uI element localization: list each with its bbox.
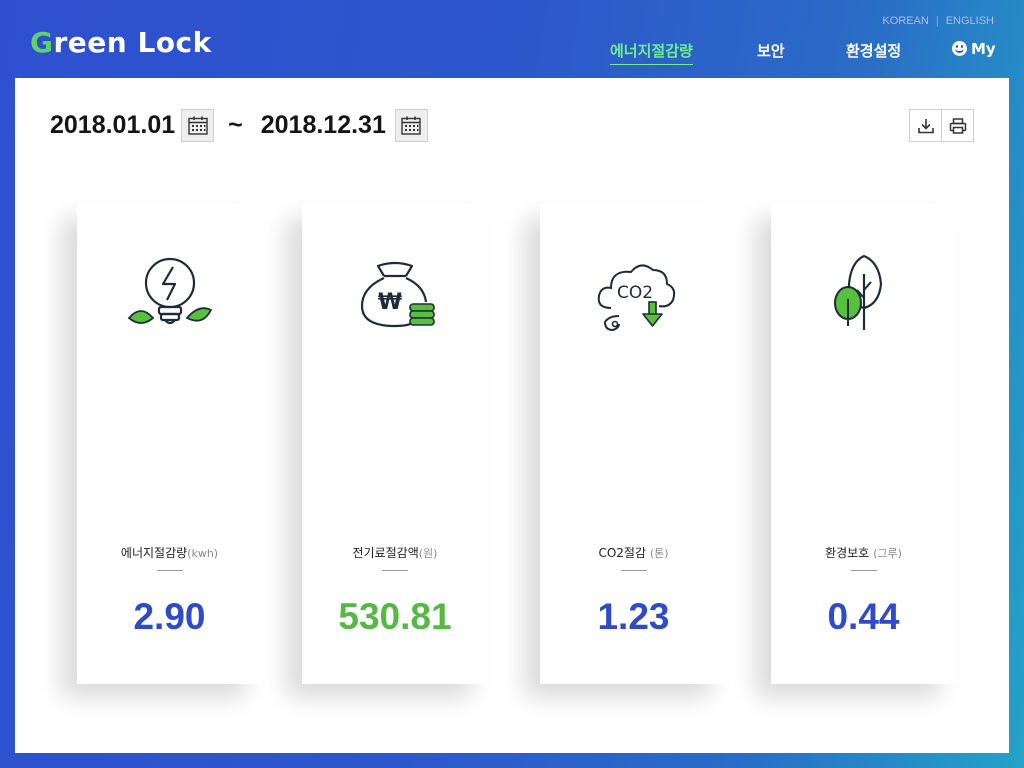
card-unit: (톤) [649, 547, 669, 560]
lang-divider: | [935, 15, 939, 27]
electricity-savings-card: ₩ 전기료절감액(원) 530.81 [302, 204, 488, 684]
nav-label: 환경설정 [846, 42, 902, 60]
print-icon [949, 117, 966, 134]
nav-settings[interactable]: 환경설정 [846, 40, 901, 61]
smile-icon [952, 41, 967, 56]
calendar-icon [401, 116, 422, 135]
card-unit: (원) [418, 547, 438, 560]
lang-english[interactable]: ENGLISH [946, 15, 994, 27]
calendar-icon [187, 116, 208, 135]
card-title: CO2절감 (톤) [598, 546, 669, 560]
money-bag-icon: ₩ [360, 261, 435, 328]
nav-security[interactable]: 보안 [757, 40, 785, 61]
download-button[interactable] [909, 109, 942, 142]
energy-savings-card: 에너지절감량(kwh) 2.90 [77, 204, 262, 684]
lightbulb-leaf-icon [127, 257, 212, 325]
card-value: 2.90 [133, 596, 206, 637]
toolbar [909, 109, 974, 142]
nav-label: My [971, 40, 996, 58]
card-value: 0.44 [827, 596, 900, 637]
svg-text:₩: ₩ [378, 290, 402, 315]
card-divider [156, 570, 183, 571]
card-value: 1.23 [597, 596, 670, 637]
print-button[interactable] [941, 109, 974, 142]
lang-korean[interactable]: KOREAN [882, 15, 928, 27]
main-nav: 에너지절감량 보안 환경설정 My [0, 40, 1024, 65]
start-date[interactable]: 2018.01.01 [50, 111, 175, 140]
co2-savings-card: CO2 CO2절감 (톤) 1.23 [540, 204, 727, 684]
start-calendar-button[interactable] [181, 109, 215, 142]
nav-label: 보안 [757, 42, 785, 60]
download-icon [917, 118, 934, 133]
card-title: 환경보호 (그루) [825, 546, 902, 560]
nav-label: 에너지절감량 [610, 42, 693, 60]
trees-icon [833, 254, 882, 330]
end-date[interactable]: 2018.12.31 [261, 111, 386, 140]
date-separator: ~ [228, 111, 243, 139]
co2-cloud-icon: CO2 [597, 264, 675, 332]
card-divider [620, 570, 647, 571]
card-unit: (그루) [873, 547, 902, 560]
language-switcher: KOREAN | ENGLISH [882, 15, 994, 27]
date-range: 2018.01.01 ~ 2018.12.31 [50, 109, 428, 142]
card-title: 전기료절감액(원) [352, 546, 438, 560]
nav-energy-savings[interactable]: 에너지절감량 [610, 40, 693, 65]
card-value: 530.81 [338, 596, 452, 637]
card-divider [382, 570, 408, 571]
end-calendar-button[interactable] [394, 109, 428, 142]
card-unit: (kwh) [187, 547, 219, 560]
card-divider [850, 570, 877, 571]
svg-text:CO2: CO2 [616, 283, 652, 303]
environment-protection-card: 환경보호 (그루) 0.44 [771, 204, 956, 684]
card-title: 에너지절감량(kwh) [120, 546, 219, 560]
main-panel: 2018.01.01 ~ 2018.12.31 에너지절감량(kwh) 2.90… [15, 78, 1009, 753]
nav-my[interactable]: My [952, 40, 996, 58]
